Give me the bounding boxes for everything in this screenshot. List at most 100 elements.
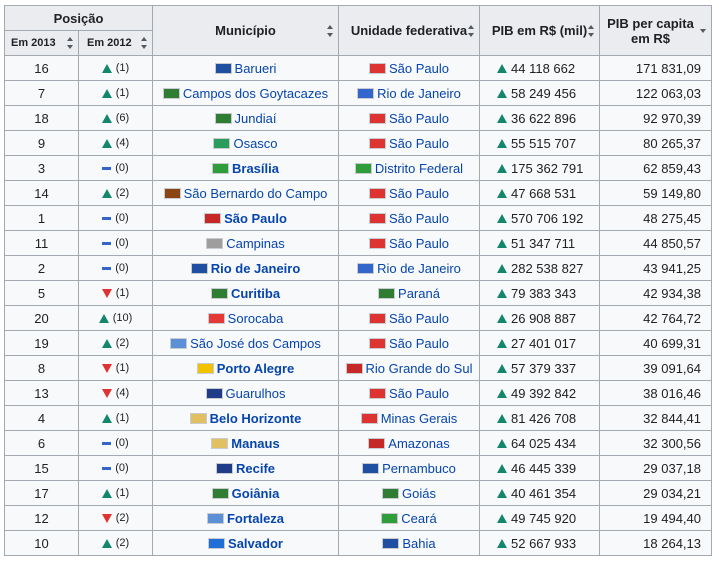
- state-flag-icon: [369, 237, 386, 249]
- municipality-link[interactable]: Osasco: [233, 136, 277, 151]
- trend-change: (2): [115, 512, 130, 524]
- state-link[interactable]: Bahia: [402, 536, 435, 551]
- gdp-ranking-table-wrapper: Posição Município Unidade federativa PIB…: [4, 5, 712, 556]
- cell-pos-2012: (1): [78, 280, 153, 306]
- state-link[interactable]: São Paulo: [389, 186, 449, 201]
- table-row: 9 (4) Osasco São Paulo 55 515 707 80 265…: [4, 130, 712, 156]
- municipality-link[interactable]: Rio de Janeiro: [211, 261, 301, 276]
- municipality-link[interactable]: São Paulo: [224, 211, 287, 226]
- municipality-link[interactable]: Sorocaba: [228, 311, 284, 326]
- table-row: 3 (0) Brasília Distrito Federal 175 362 …: [4, 155, 712, 181]
- header-em-2013[interactable]: Em 2013: [4, 30, 79, 56]
- state-link[interactable]: São Paulo: [389, 236, 449, 251]
- cell-pos-2013: 14: [4, 180, 79, 206]
- state-flag-icon: [357, 87, 375, 99]
- cell-pos-2012: (1): [78, 80, 153, 106]
- cell-pos-2013: 17: [4, 480, 79, 506]
- state-link[interactable]: São Paulo: [389, 211, 449, 226]
- cell-municipio: Belo Horizonte: [152, 405, 339, 431]
- municipality-link[interactable]: Salvador: [228, 536, 283, 551]
- state-link[interactable]: São Paulo: [389, 136, 449, 151]
- municipality-flag-icon: [212, 162, 229, 174]
- pib-value: 57 379 337: [511, 360, 577, 376]
- state-flag-icon: [369, 137, 386, 149]
- state-link[interactable]: Pernambuco: [382, 461, 456, 476]
- header-em-2012[interactable]: Em 2012: [78, 30, 153, 56]
- trend-up-icon: [101, 113, 112, 123]
- state-link[interactable]: Rio de Janeiro: [377, 86, 461, 101]
- state-link[interactable]: Rio Grande do Sul: [366, 361, 473, 376]
- cell-pos-2013: 1: [4, 205, 79, 231]
- table-row: 8 (1) Porto Alegre Rio Grande do Sul 57 …: [4, 355, 712, 381]
- state-link[interactable]: São Paulo: [389, 61, 449, 76]
- cell-pib: 81 426 708: [479, 405, 600, 431]
- state-link[interactable]: Minas Gerais: [381, 411, 458, 426]
- cell-municipio: Osasco: [152, 130, 339, 156]
- table-row: 17 (1) Goiânia Goiás 40 461 354 29 034,2…: [4, 480, 712, 506]
- trend-same-icon: [102, 241, 112, 245]
- state-link[interactable]: Amazonas: [388, 436, 449, 451]
- municipality-flag-icon: [206, 512, 224, 524]
- municipality-link[interactable]: Fortaleza: [227, 511, 284, 526]
- cell-uf: Bahia: [338, 530, 480, 556]
- municipality-link[interactable]: Curitiba: [231, 286, 280, 301]
- state-link[interactable]: São Paulo: [389, 336, 449, 351]
- trend-up-icon: [497, 113, 507, 123]
- cell-pos-2012: (6): [78, 105, 153, 131]
- trend-up-icon: [101, 488, 112, 498]
- municipality-link[interactable]: São Bernardo do Campo: [184, 186, 328, 201]
- municipality-link[interactable]: Barueri: [235, 61, 277, 76]
- cell-pib: 49 745 920: [479, 505, 600, 531]
- header-pib-per-capita[interactable]: PIB per capita em R$: [599, 5, 712, 56]
- state-link[interactable]: Distrito Federal: [375, 161, 463, 176]
- municipality-link[interactable]: Manaus: [231, 436, 279, 451]
- municipality-link[interactable]: Campinas: [226, 236, 285, 251]
- state-flag-icon: [369, 62, 386, 74]
- cell-uf: Distrito Federal: [338, 155, 480, 181]
- cell-pos-2013: 16: [4, 55, 79, 81]
- state-flag-icon: [357, 262, 375, 274]
- cell-pos-2013: 11: [4, 230, 79, 256]
- cell-uf: São Paulo: [338, 305, 480, 331]
- pib-value: 46 445 339: [511, 460, 577, 476]
- municipality-link[interactable]: Guarulhos: [226, 386, 286, 401]
- header-municipio[interactable]: Município: [152, 5, 339, 56]
- trend-up-icon: [497, 463, 507, 473]
- cell-pos-2013: 5: [4, 280, 79, 306]
- state-link[interactable]: Rio de Janeiro: [377, 261, 461, 276]
- state-link[interactable]: Goiás: [402, 486, 436, 501]
- header-uf[interactable]: Unidade federativa: [338, 5, 480, 56]
- state-flag-icon: [345, 362, 363, 374]
- municipality-link[interactable]: Belo Horizonte: [210, 411, 302, 426]
- municipality-link[interactable]: São José dos Campos: [190, 336, 321, 351]
- state-link[interactable]: Ceará: [401, 511, 436, 526]
- municipality-link[interactable]: Brasília: [232, 161, 279, 176]
- cell-uf: São Paulo: [338, 380, 480, 406]
- municipality-flag-icon: [204, 212, 222, 224]
- cell-pos-2013: 9: [4, 130, 79, 156]
- cell-uf: São Paulo: [338, 130, 480, 156]
- cell-uf: Rio de Janeiro: [338, 255, 480, 281]
- cell-pib-per-capita: 29 037,18: [599, 455, 712, 481]
- state-link[interactable]: São Paulo: [389, 311, 449, 326]
- state-flag-icon: [354, 162, 372, 174]
- cell-pib: 64 025 434: [479, 430, 600, 456]
- trend-change: (0): [115, 462, 129, 474]
- state-link[interactable]: São Paulo: [389, 111, 449, 126]
- municipality-link[interactable]: Jundiaí: [235, 111, 277, 126]
- municipality-link[interactable]: Goiânia: [232, 486, 280, 501]
- municipality-flag-icon: [162, 87, 180, 99]
- municipality-flag-icon: [214, 62, 232, 74]
- municipality-link[interactable]: Campos dos Goytacazes: [183, 86, 328, 101]
- cell-uf: São Paulo: [338, 330, 480, 356]
- header-pib[interactable]: PIB em R$ (mil): [479, 5, 600, 56]
- state-link[interactable]: Paraná: [398, 286, 440, 301]
- municipality-link[interactable]: Recife: [236, 461, 275, 476]
- state-link[interactable]: São Paulo: [389, 386, 449, 401]
- cell-pos-2012: (1): [78, 480, 153, 506]
- trend-change: (1): [115, 362, 130, 374]
- municipality-flag-icon: [215, 462, 233, 474]
- municipality-link[interactable]: Porto Alegre: [217, 361, 295, 376]
- trend-change: (6): [115, 112, 130, 124]
- table-row: 18 (6) Jundiaí São Paulo 36 622 896 92 9…: [4, 105, 712, 131]
